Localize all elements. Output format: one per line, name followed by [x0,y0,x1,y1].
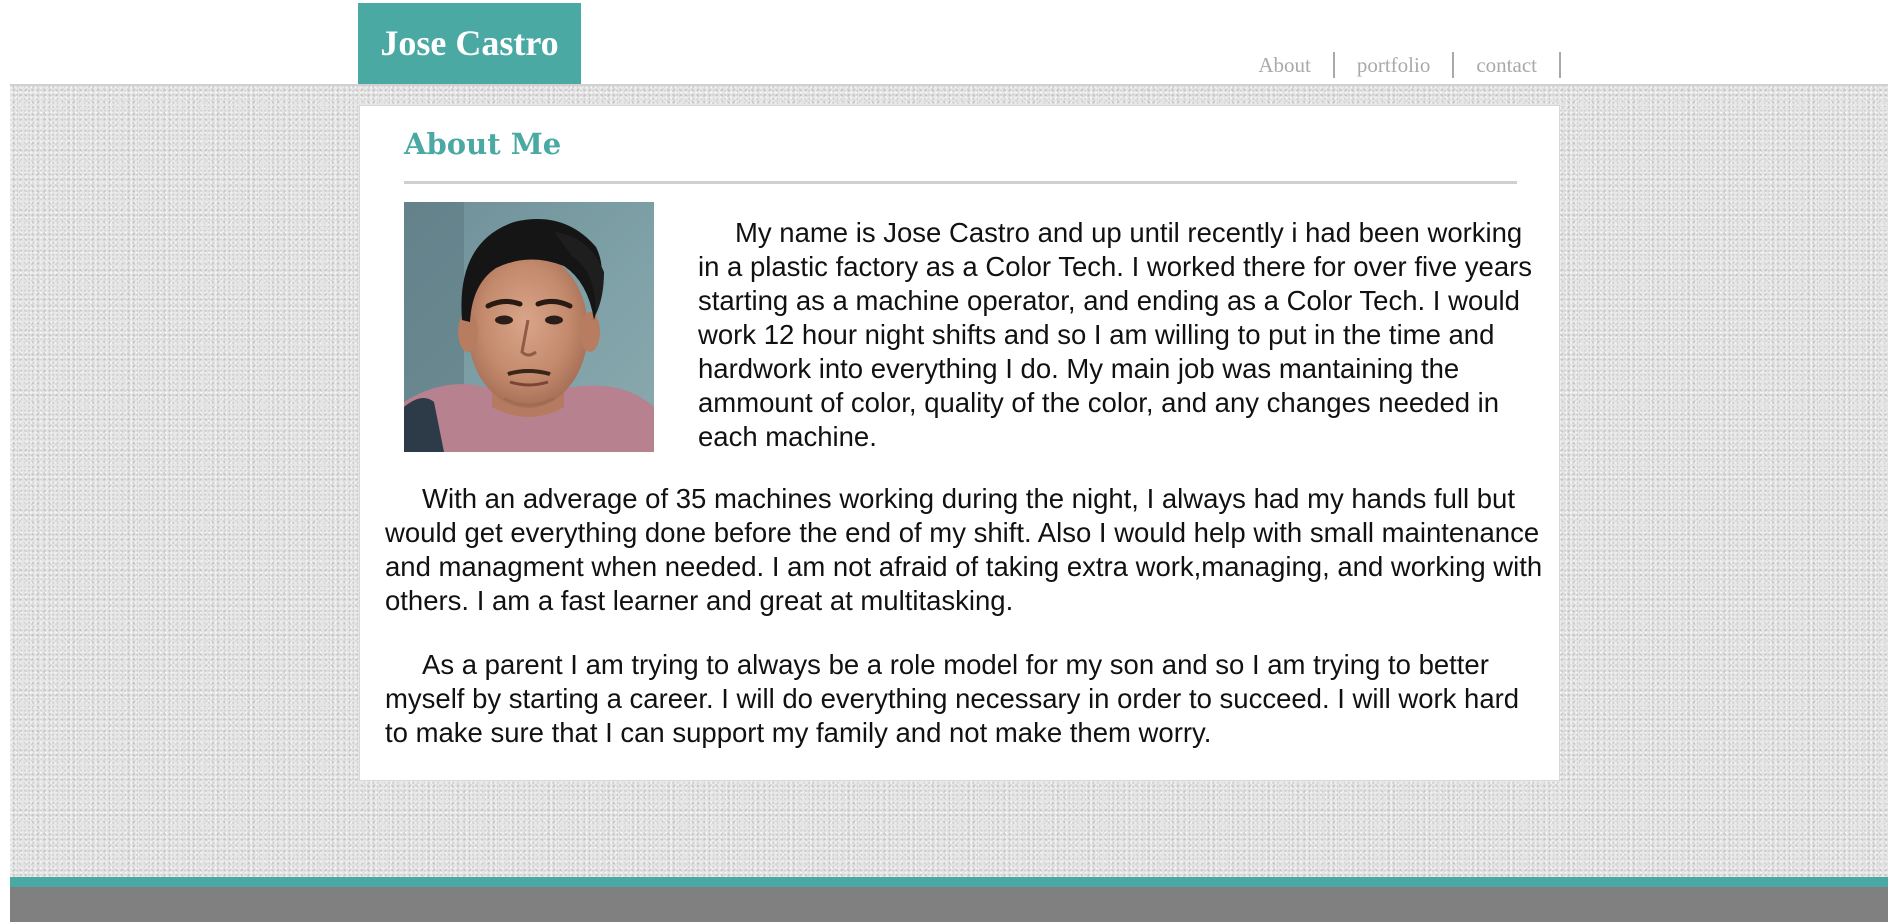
about-paragraph-1: My name is Jose Castro and up until rece… [698,217,1533,452]
nav-link-contact[interactable]: contact [1454,52,1561,78]
heading-divider [404,181,1517,184]
about-paragraph-2: With an adverage of 35 machines working … [385,483,1543,616]
site-footer [10,887,1888,922]
page: Jose Castro About portfolio contact Abou… [0,0,1888,922]
footer-accent-bar [10,877,1888,887]
about-card: About Me My name is Jose Castro and up u… [359,105,1560,781]
site-header: Jose Castro About portfolio contact [0,0,1888,84]
nav-link-portfolio[interactable]: portfolio [1335,52,1455,78]
nav-link-about[interactable]: About [1236,52,1335,78]
main-nav: About portfolio contact [1236,50,1561,80]
profile-photo [404,202,654,452]
site-logo[interactable]: Jose Castro [358,3,581,84]
about-paragraph-3: As a parent I am trying to always be a r… [385,649,1520,748]
about-heading: About Me [404,127,562,161]
